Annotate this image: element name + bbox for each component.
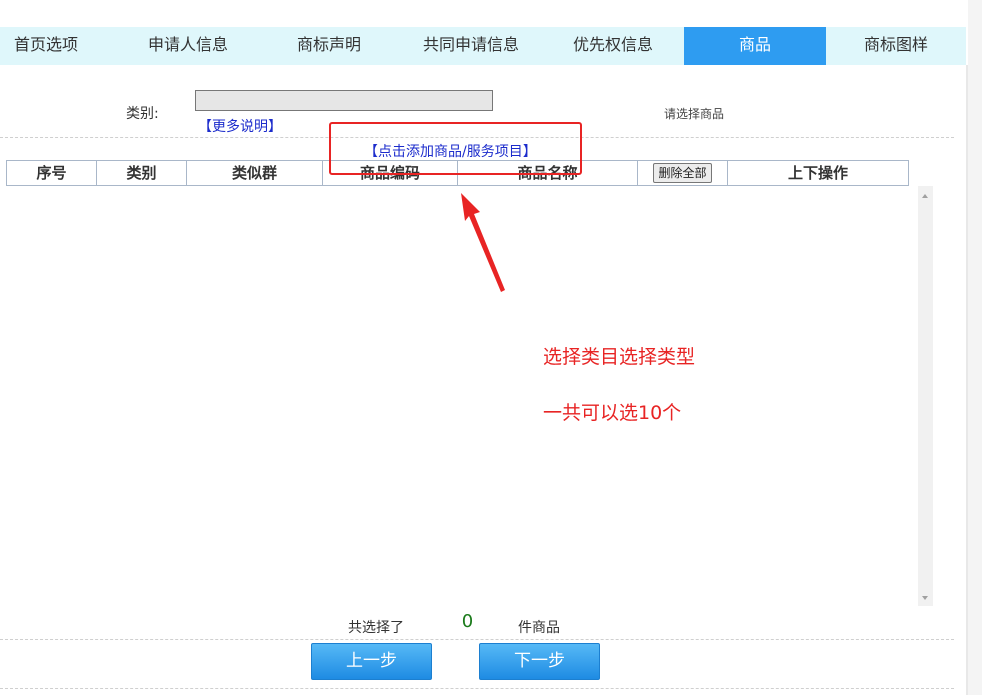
bottom-divider — [0, 639, 954, 640]
window-right-edge — [968, 0, 982, 695]
header-category: 类别 — [97, 161, 187, 185]
summary-suffix: 件商品 — [518, 620, 560, 636]
summary-prefix: 共选择了 — [348, 620, 404, 636]
header-delete-all: 删除全部 — [638, 161, 728, 185]
select-goods-hint: 请选择商品 — [664, 107, 725, 121]
footer-divider — [0, 688, 954, 689]
scroll-up-icon[interactable] — [922, 194, 928, 198]
header-similar-group: 类似群 — [187, 161, 323, 185]
tab-trademark-image[interactable]: 商标图样 — [826, 27, 966, 65]
selected-count: 0 — [418, 608, 517, 636]
tab-applicant-info[interactable]: 申请人信息 — [118, 27, 258, 65]
header-goods-name: 商品名称 — [458, 161, 638, 185]
tab-home-options[interactable]: 首页选项 — [0, 27, 92, 65]
category-label: 类别: — [126, 106, 159, 122]
tab-joint-application[interactable]: 共同申请信息 — [400, 27, 542, 65]
annotation-text-1: 选择类目选择类型 — [543, 346, 696, 368]
tab-priority-info[interactable]: 优先权信息 — [542, 27, 684, 65]
table-scrollbar[interactable] — [918, 186, 933, 606]
next-step-button[interactable]: 下一步 — [479, 643, 600, 680]
goods-table-header: 序号 类别 类似群 商品编码 商品名称 删除全部 上下操作 — [6, 160, 909, 186]
category-field[interactable] — [195, 90, 493, 111]
tab-goods[interactable]: 商品 — [684, 27, 826, 65]
tab-bar: 首页选项 申请人信息 商标声明 共同申请信息 优先权信息 商品 商标图样 — [0, 27, 966, 65]
scroll-down-icon[interactable] — [922, 596, 928, 600]
header-move-actions: 上下操作 — [787, 164, 848, 182]
delete-all-button[interactable]: 删除全部 — [653, 163, 712, 183]
prev-step-button[interactable]: 上一步 — [311, 643, 432, 680]
tab-trademark-statement[interactable]: 商标声明 — [258, 27, 400, 65]
add-goods-link[interactable]: 【点击添加商品/服务项目】 — [364, 141, 537, 161]
divider — [0, 137, 954, 138]
annotation-arrow-icon — [461, 193, 505, 292]
content-border — [966, 65, 968, 695]
more-info-link[interactable]: 【更多说明】 — [198, 116, 282, 136]
header-goods-code: 商品编码 — [323, 161, 458, 185]
header-index: 序号 — [7, 161, 97, 185]
annotation-text-2: 一共可以选10个 — [543, 402, 682, 424]
